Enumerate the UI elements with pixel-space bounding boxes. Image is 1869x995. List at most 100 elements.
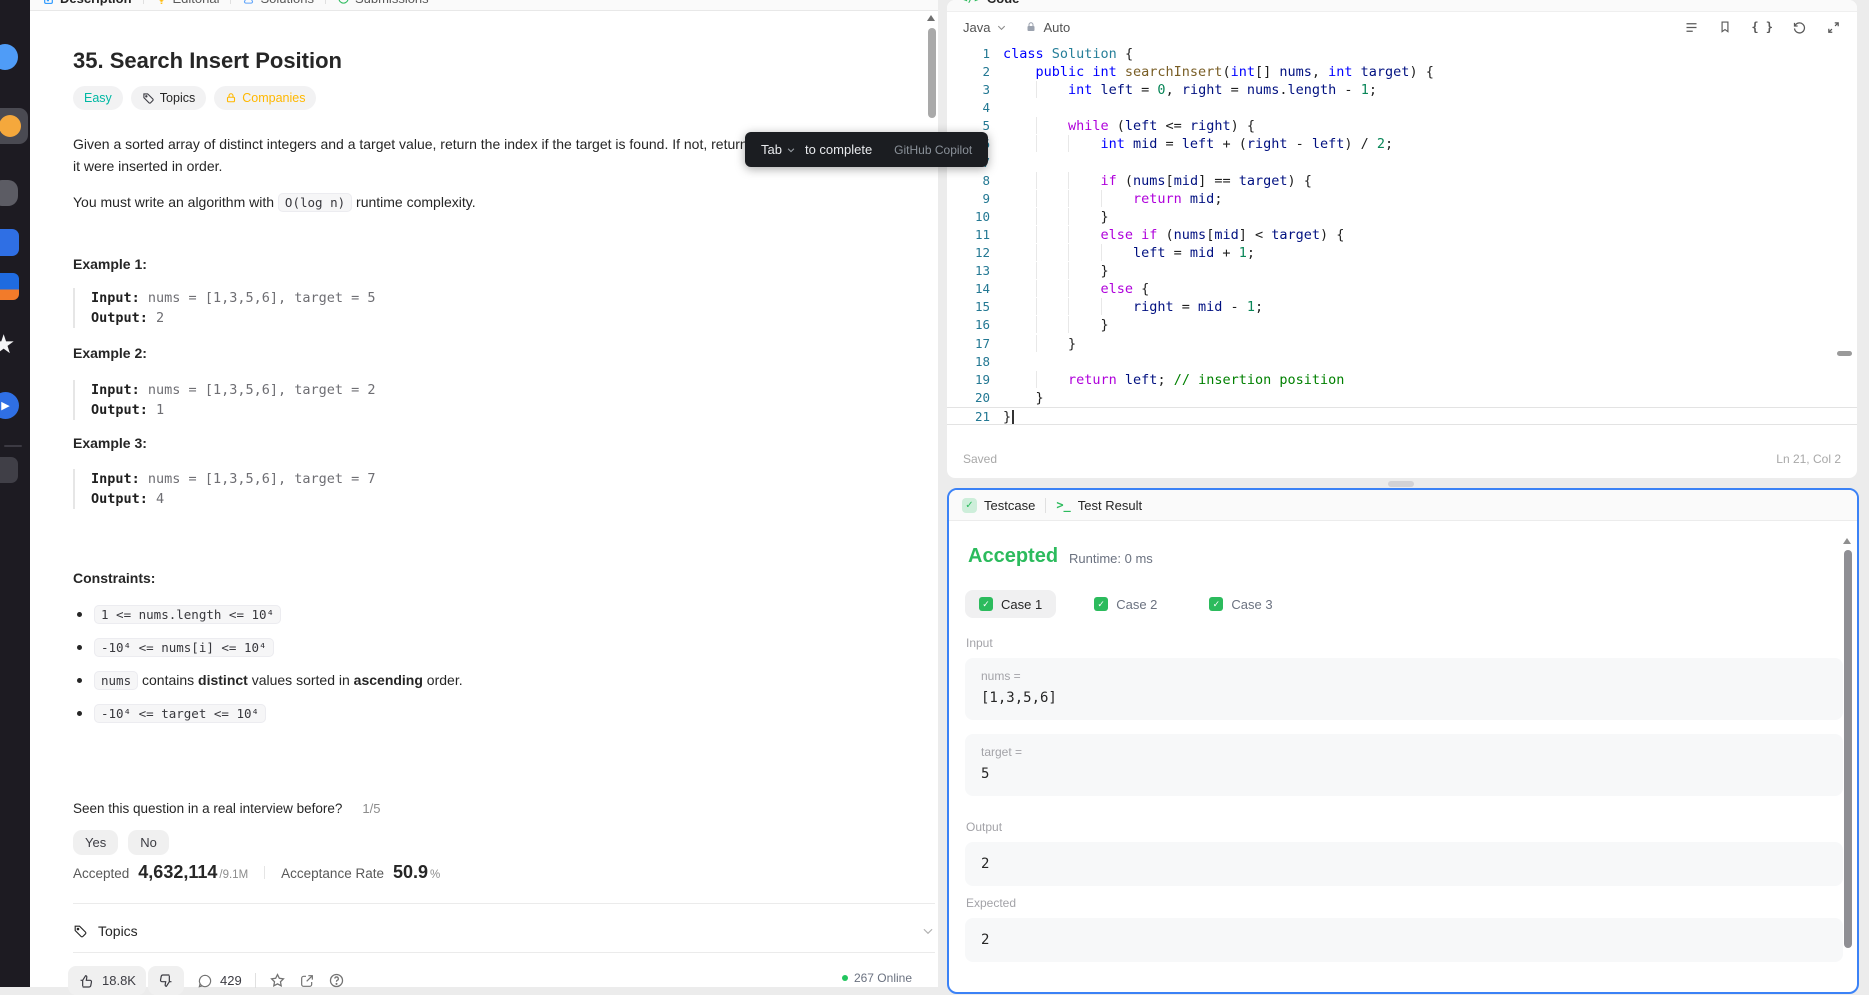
complexity-note: You must write an algorithm with O(log n… — [73, 193, 476, 212]
code-line[interactable]: 18 — [947, 353, 1857, 371]
auto-save-indicator[interactable]: Auto — [1025, 20, 1070, 35]
app-icon-blue[interactable] — [0, 44, 18, 70]
comments-button[interactable]: 429 — [197, 973, 242, 989]
app-icon-blue-orange[interactable] — [0, 273, 19, 300]
share-icon[interactable] — [299, 973, 315, 989]
code-line[interactable]: 17} — [947, 335, 1857, 353]
app-icon-active-orange[interactable] — [0, 108, 28, 144]
scroll-up-arrow[interactable] — [1843, 538, 1851, 544]
app-icon-blue-square[interactable] — [0, 229, 19, 256]
case-tab-case-2[interactable]: ✓ Case 2 — [1080, 590, 1171, 618]
code-line[interactable]: 7 — [947, 154, 1857, 172]
app-icon-dark-square[interactable] — [0, 457, 18, 483]
check-square-icon: ✓ — [962, 497, 977, 513]
tab-submissions[interactable]: Submissions — [337, 0, 429, 6]
comment-count: 429 — [219, 973, 242, 988]
difficulty-badge[interactable]: Easy — [73, 86, 123, 110]
editor-statusbar: Saved Ln 21, Col 2 — [963, 452, 1841, 466]
tab-test-result[interactable]: >_ Test Result — [1056, 498, 1142, 513]
text-cursor — [1012, 409, 1014, 424]
tab-separator — [142, 0, 144, 4]
tab-testcase[interactable]: ✓ Testcase — [962, 497, 1035, 513]
app-icon-gray[interactable] — [0, 180, 18, 206]
code-line[interactable]: 11 else if (nums[mid] < target) { — [947, 226, 1857, 244]
topics-badge[interactable]: Topics — [130, 86, 207, 110]
companies-badge[interactable]: Companies — [214, 86, 317, 110]
favorite-star-icon[interactable] — [269, 972, 286, 989]
constraints-title: Constraints: — [73, 570, 156, 586]
code-line[interactable]: 9 return mid; — [947, 190, 1857, 208]
accepted-count: 4,632,114 — [138, 862, 218, 882]
code-line[interactable]: 10} — [947, 208, 1857, 226]
code-line[interactable]: 15 right = mid - 1; — [947, 298, 1857, 316]
test-panel-scrollbar[interactable] — [1844, 550, 1852, 948]
tab-editorial[interactable]: Editorial — [155, 0, 219, 6]
code-line[interactable]: 1 class Solution { — [947, 45, 1857, 63]
code-line[interactable]: 3 int left = 0, right = nums.length - 1; — [947, 81, 1857, 99]
editor-scrollbar[interactable] — [1837, 351, 1852, 356]
code-line[interactable]: 21} — [947, 406, 1857, 425]
badge-row: Easy Topics Companies — [73, 86, 317, 110]
test-input-field[interactable]: nums = [1,3,5,6] — [965, 658, 1843, 720]
code-line[interactable]: 5 while (left <= right) { — [947, 117, 1857, 135]
expected-label: Expected — [966, 896, 1017, 910]
scroll-up-arrow[interactable] — [927, 15, 935, 21]
example-block: Input: nums = [1,3,5,6], target = 5 Outpu… — [73, 288, 376, 328]
problem-stats: Accepted 4,632,114 /9.1M Acceptance Rate… — [73, 862, 440, 883]
tab-description[interactable]: Description — [42, 0, 132, 6]
tab-separator — [324, 0, 326, 4]
code-line[interactable]: 16} — [947, 316, 1857, 334]
thumbs-up-icon — [78, 973, 94, 989]
output-value[interactable]: 2 — [965, 842, 1843, 886]
code-line[interactable]: 20} — [947, 389, 1857, 407]
os-taskbar: ★ ▶ — [0, 0, 30, 987]
code-line[interactable]: 13} — [947, 262, 1857, 280]
app-icon-blue-arrow[interactable]: ▶ — [0, 392, 19, 419]
braces-icon[interactable]: { } — [1751, 20, 1773, 34]
code-line[interactable]: 14 else { — [947, 280, 1857, 298]
case-tab-case-3[interactable]: ✓ Case 3 — [1195, 590, 1286, 618]
lock-icon — [1025, 21, 1037, 33]
online-count: 267 Online — [841, 971, 912, 985]
chevron-down-icon — [996, 22, 1007, 33]
description-icon — [42, 0, 55, 5]
format-lines-icon[interactable] — [1684, 20, 1699, 35]
submissions-icon — [337, 0, 350, 5]
code-line[interactable]: 19 return left; // insertion position — [947, 371, 1857, 389]
code-line[interactable]: 12 left = mid + 1; — [947, 244, 1857, 262]
panel-resize-handle[interactable] — [1388, 481, 1414, 487]
code-tab-label[interactable]: Code — [987, 0, 1020, 6]
problem-panel-scrollbar[interactable] — [928, 28, 936, 118]
copilot-tooltip: Tab to complete GitHub Copilot — [745, 132, 989, 167]
language-selector[interactable]: Java — [963, 20, 1007, 35]
case-tab-case-1[interactable]: ✓ Case 1 — [965, 590, 1057, 618]
bookmark-icon[interactable] — [1718, 20, 1732, 34]
check-square-icon: ✓ — [979, 597, 993, 611]
comment-icon — [197, 973, 213, 989]
complexity-code-chip: O(log n) — [277, 193, 353, 212]
topics-accordion[interactable]: Topics — [73, 915, 935, 947]
app-icon-white-star[interactable]: ★ — [0, 331, 15, 357]
code-editor[interactable]: 1 class Solution {2 public int searchInser… — [947, 45, 1857, 425]
code-line[interactable]: 6int mid = left + (right - left) / 2; — [947, 135, 1857, 153]
expected-value[interactable]: 2 — [965, 918, 1843, 962]
survey-question: Seen this question in a real interview b… — [73, 801, 381, 816]
survey-yes-button[interactable]: Yes — [73, 830, 119, 855]
terminal-icon: >_ — [1056, 498, 1071, 512]
code-line[interactable]: 8 if (nums[mid] == target) { — [947, 172, 1857, 190]
test-input-field[interactable]: target = 5 — [965, 734, 1843, 796]
accepted-total: /9.1M — [219, 869, 249, 881]
test-panel-tabbar: ✓ Testcase >_ Test Result — [949, 490, 1857, 521]
survey-no-button[interactable]: No — [128, 830, 169, 855]
example-block: Input: nums = [1,3,5,6], target = 7 Outpu… — [73, 469, 376, 509]
dislike-button[interactable] — [147, 966, 184, 995]
like-button[interactable]: 18.8K — [68, 966, 146, 995]
code-line[interactable]: 2 public int searchInsert(int[] nums, int… — [947, 63, 1857, 81]
field-label: target = — [981, 745, 1023, 759]
expand-icon[interactable] — [1826, 20, 1841, 35]
code-line[interactable]: 4 — [947, 99, 1857, 117]
help-icon[interactable] — [328, 972, 345, 989]
constraint-item: -10⁴ <= nums[i] <= 10⁴ — [73, 636, 274, 658]
tab-solutions[interactable]: Solutions — [242, 0, 314, 6]
reset-code-icon[interactable] — [1792, 20, 1807, 35]
